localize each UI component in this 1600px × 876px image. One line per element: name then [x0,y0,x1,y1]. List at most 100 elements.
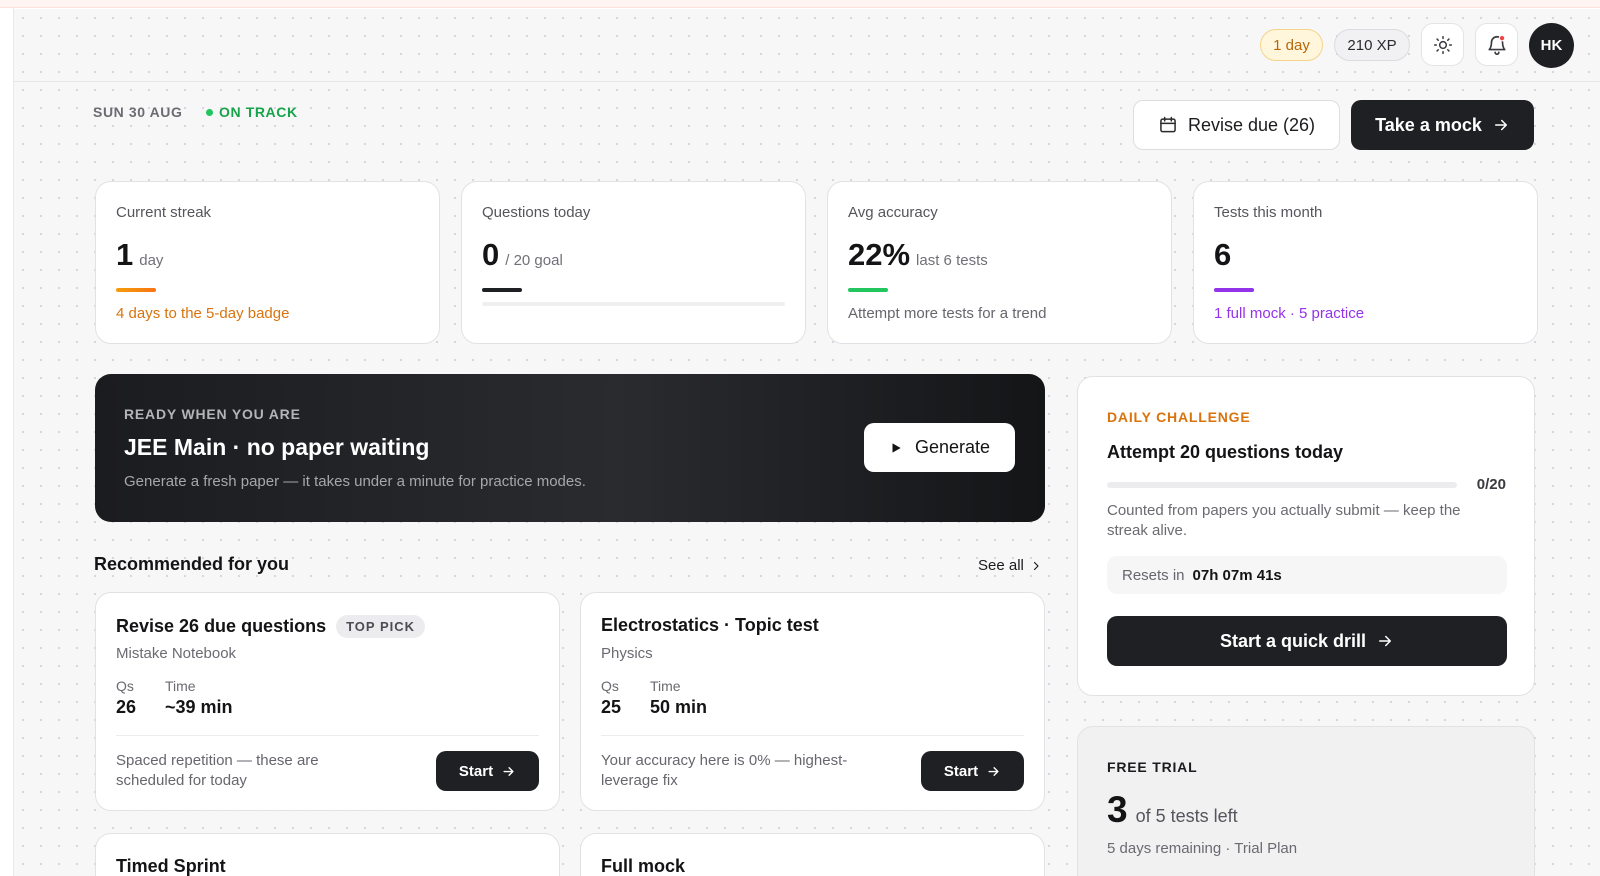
time-label: Time [650,678,681,694]
see-all-label: See all [978,557,1024,574]
xp-pill[interactable]: 210 XP [1334,29,1410,61]
card-subtitle: Mistake Notebook [116,645,237,662]
generate-button[interactable]: Generate [864,423,1015,472]
take-mock-label: Take a mock [1375,114,1482,135]
status-badge: ON TRACK [206,104,298,120]
see-all-link[interactable]: See all [978,557,1042,574]
free-trial-card: FREE TRIAL 3 of 5 tests left 5 days rema… [1077,726,1535,876]
banner-kicker: READY WHEN YOU ARE [124,406,301,422]
banner-title: JEE Main · no paper waiting [124,434,430,460]
stat-sub: 4 days to the 5-day badge [116,305,290,322]
questions-progress-track [482,302,785,306]
arrow-right-icon [1494,119,1507,131]
stat-value: 0 / 20 goal [482,237,563,273]
stat-number: 22% [848,237,911,272]
card-title: Full mock [601,856,686,876]
stat-value: 22% last 6 tests [848,237,988,273]
top-accent-line [0,0,1600,8]
status-dot-icon [206,108,213,116]
card-title: Electrostatics · Topic test [601,615,819,635]
trial-kicker: FREE TRIAL [1107,759,1198,775]
recommendation-card[interactable]: Timed Sprint [95,833,560,876]
play-icon [892,442,901,453]
time-value: ~39 min [165,697,233,717]
recommendation-card[interactable]: Revise 26 due questions TOP PICK Mistake… [95,592,560,811]
avatar[interactable]: HK [1529,23,1574,68]
card-title: Revise 26 due questions [116,616,327,636]
section-title: Recommended for you [94,554,290,574]
theme-toggle-button[interactable] [1421,23,1464,66]
stat-card-streak: Current streak 1 day 4 days to the 5-day… [95,181,440,344]
sun-icon [1433,35,1452,54]
stat-label: Current streak [116,204,212,221]
start-button[interactable]: Start [921,751,1024,791]
notifications-button[interactable] [1475,23,1518,66]
reset-time: 07h 07m 41s [1192,566,1282,584]
card-divider [601,735,1024,736]
arrow-right-icon [988,766,999,776]
stat-number: 0 [482,237,500,272]
card-title-row: Electrostatics · Topic test [601,615,819,636]
time-label: Time [165,678,196,694]
take-mock-button[interactable]: Take a mock [1351,100,1534,150]
challenge-progress-track [1107,482,1457,488]
stat-value: 6 [1214,237,1231,273]
stat-sub: 1 full mock · 5 practice [1214,305,1365,322]
challenge-kicker: DAILY CHALLENGE [1107,409,1251,425]
streak-pill[interactable]: 1 day [1260,29,1323,61]
challenge-title: Attempt 20 questions today [1107,442,1344,462]
qs-value: 26 [116,697,137,717]
stat-card-tests: Tests this month 6 1 full mock · 5 pract… [1193,181,1538,344]
qs-value: 25 [601,697,622,717]
arrow-right-icon [503,766,514,776]
stat-label: Questions today [482,204,591,221]
daily-challenge-card: DAILY CHALLENGE Attempt 20 questions tod… [1077,376,1535,696]
stat-number: 1 [116,237,134,272]
trial-count-suffix: of 5 tests left [1135,806,1238,826]
arrow-right-icon [1379,635,1392,647]
time-value: 50 min [650,697,708,717]
card-subtitle: Physics [601,645,653,662]
start-button[interactable]: Start [436,751,539,791]
chevron-right-icon [1033,561,1039,570]
start-label: Start [458,762,494,780]
qs-label: Qs [116,678,134,694]
card-note: Spaced repetition — these are scheduled … [116,752,319,789]
trial-remaining: 5 days remaining · Trial Plan [1107,840,1298,857]
accuracy-bar [848,288,888,292]
quick-drill-button[interactable]: Start a quick drill [1107,616,1507,666]
card-note: Your accuracy here is 0% — highest-lever… [601,752,848,789]
generate-label: Generate [914,437,991,457]
generate-banner: READY WHEN YOU ARE JEE Main · no paper w… [95,374,1045,522]
stat-value: 1 day [116,237,163,273]
stat-unit: last 6 tests [916,252,988,269]
reset-label: Resets in [1122,566,1185,584]
trial-count-row: 3 of 5 tests left [1107,789,1238,831]
card-title-row: Full mock [601,856,685,876]
trial-count: 3 [1107,789,1128,830]
revise-due-button[interactable]: Revise due (26) [1133,100,1340,150]
stat-label: Avg accuracy [848,204,938,221]
stat-number: 6 [1214,237,1232,272]
top-pick-badge: TOP PICK [336,615,426,638]
topbar-divider [14,81,1600,82]
calendar-icon [1160,116,1176,133]
stat-card-questions: Questions today 0 / 20 goal [461,181,806,344]
stat-unit: day [139,252,164,269]
stat-label: Tests this month [1214,204,1323,221]
stat-card-accuracy: Avg accuracy 22% last 6 tests Attempt mo… [827,181,1172,344]
bell-icon [1487,34,1506,55]
recommendation-card[interactable]: Full mock [580,833,1045,876]
recommendation-card[interactable]: Electrostatics · Topic test Physics Qs T… [580,592,1045,811]
questions-bar [482,288,522,292]
reset-timer: Resets in 07h 07m 41s [1107,556,1507,594]
stat-unit: / 20 goal [505,252,563,269]
revise-due-label: Revise due (26) [1187,114,1316,135]
start-label: Start [943,762,979,780]
card-title: Timed Sprint [116,856,226,876]
streak-bar [116,288,156,292]
qs-label: Qs [601,678,619,694]
status-text: ON TRACK [219,104,298,120]
challenge-count: 0/20 [1476,476,1506,493]
tests-bar [1214,288,1254,292]
